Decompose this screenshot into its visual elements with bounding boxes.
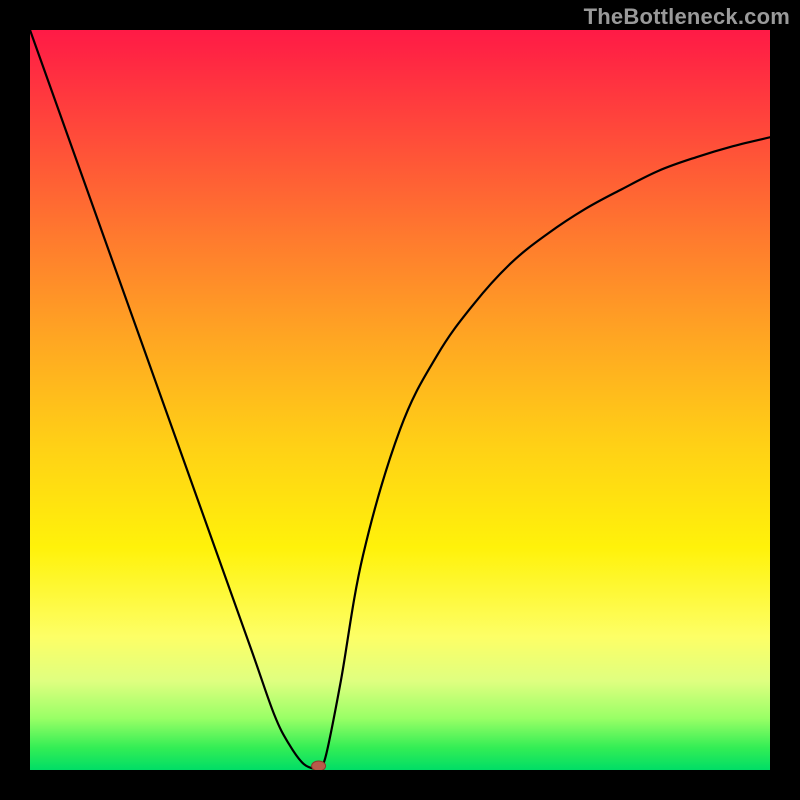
watermark-text: TheBottleneck.com — [584, 4, 790, 30]
min-point-marker — [312, 761, 326, 770]
plot-area — [30, 30, 770, 770]
chart-svg — [30, 30, 770, 770]
curve-line — [30, 30, 770, 770]
chart-frame: TheBottleneck.com — [0, 0, 800, 800]
